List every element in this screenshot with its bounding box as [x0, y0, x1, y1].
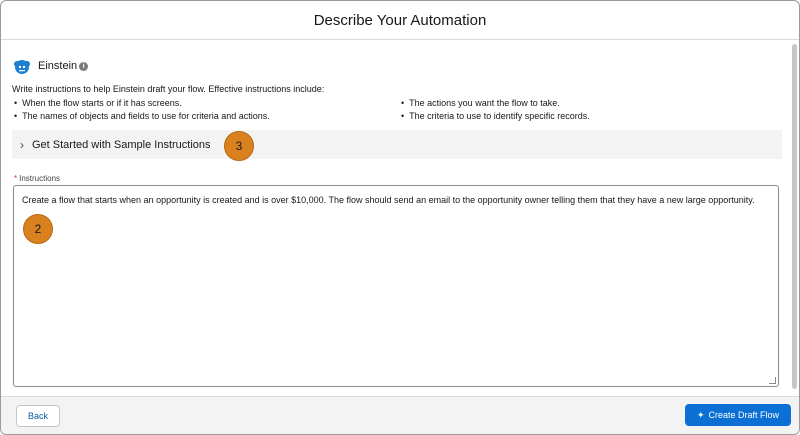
instructions-label: * Instructions — [14, 174, 60, 183]
describe-automation-modal: Describe Your Automation Einstein i Writ… — [0, 0, 800, 435]
callout-badge-2: 2 — [23, 214, 53, 244]
callout-badge-3: 3 — [224, 131, 254, 161]
scrollbar-thumb[interactable] — [792, 44, 797, 389]
tip-item: When the flow starts or if it has screen… — [14, 98, 182, 108]
create-draft-flow-button[interactable]: ✦ Create Draft Flow — [685, 404, 791, 426]
modal-body[interactable]: Einstein i Write instructions to help Ei… — [1, 40, 799, 396]
scrollbar[interactable] — [791, 40, 798, 395]
sample-instructions-accordion[interactable]: › Get Started with Sample Instructions — [12, 130, 782, 159]
tip-item: The criteria to use to identify specific… — [401, 111, 590, 121]
einstein-title: Einstein — [38, 60, 78, 72]
info-icon[interactable]: i — [79, 61, 89, 71]
instructions-label-text: Instructions — [19, 174, 61, 183]
required-marker: * — [14, 174, 18, 183]
einstein-icon — [14, 60, 30, 74]
accordion-label[interactable]: Get Started with Sample Instructions — [32, 139, 211, 151]
resize-grip-icon[interactable] — [769, 377, 776, 384]
back-button[interactable]: Back — [16, 405, 60, 427]
modal-header: Describe Your Automation — [1, 1, 799, 40]
create-draft-flow-label: Create Draft Flow — [708, 410, 780, 420]
modal-title: Describe Your Automation — [313, 11, 487, 29]
instructions-value[interactable]: Create a flow that starts when an opport… — [22, 195, 755, 205]
intro-text: Write instructions to help Einstein draf… — [12, 84, 325, 94]
chevron-right-icon[interactable]: › — [20, 138, 24, 152]
tip-item: The names of objects and fields to use f… — [14, 111, 270, 121]
einstein-heading: Einstein i — [12, 56, 89, 76]
modal-footer: Back ✦ Create Draft Flow — [1, 396, 799, 434]
sparkle-icon: ✦ — [696, 409, 705, 420]
instructions-textarea[interactable]: Create a flow that starts when an opport… — [13, 185, 779, 387]
tip-item: The actions you want the flow to take. — [401, 98, 560, 108]
